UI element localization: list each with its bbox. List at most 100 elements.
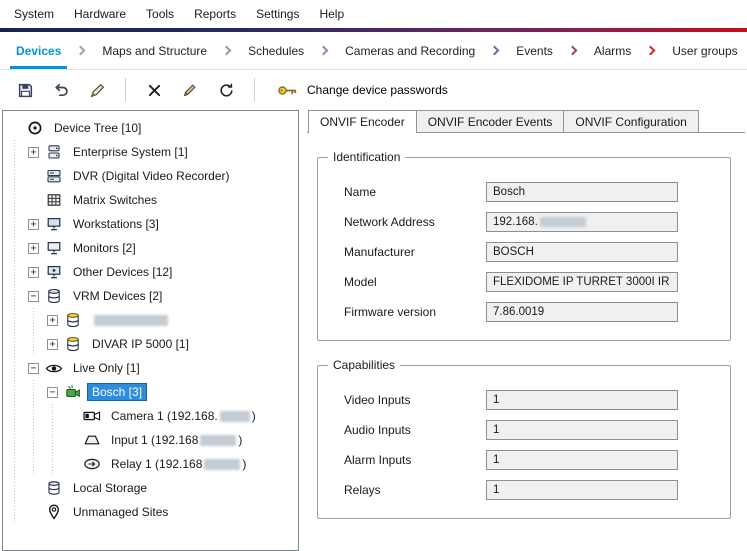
field-label: Name bbox=[344, 185, 486, 199]
monitor-icon bbox=[44, 239, 64, 257]
expander-toggle[interactable]: + bbox=[47, 339, 58, 350]
tree-label: VRM Devices [2] bbox=[73, 289, 162, 303]
field-input[interactable]: Bosch bbox=[486, 182, 678, 202]
panel-tab-onvif-encoder-events[interactable]: ONVIF Encoder Events bbox=[416, 110, 565, 132]
tree-label: Relay 1 (192.168 bbox=[111, 457, 202, 471]
field-alarm-inputs: Alarm Inputs 1 bbox=[344, 450, 714, 470]
tab-alarms[interactable]: Alarms bbox=[588, 32, 637, 69]
expander-toggle[interactable]: + bbox=[28, 243, 39, 254]
undo-button[interactable] bbox=[46, 76, 76, 104]
field-input[interactable]: FLEXIDOME IP TURRET 3000I IR bbox=[486, 272, 678, 292]
delete-x-icon bbox=[147, 83, 162, 98]
chevron-right-icon bbox=[76, 46, 86, 56]
eye-icon bbox=[44, 359, 64, 377]
tree-label-wrap: Input 1 (192.168 ) bbox=[107, 432, 246, 448]
panel-tab-onvif-encoder[interactable]: ONVIF Encoder bbox=[308, 110, 417, 133]
field-firmware-version: Firmware version 7.86.0019 bbox=[344, 302, 714, 322]
tree-label: Local Storage bbox=[73, 481, 147, 495]
delete-button[interactable] bbox=[139, 76, 169, 104]
expander-toggle[interactable]: + bbox=[28, 219, 39, 230]
expander-toggle[interactable]: + bbox=[28, 267, 39, 278]
tree-item-local-storage[interactable]: Local Storage bbox=[3, 476, 298, 500]
expander-toggle[interactable]: + bbox=[47, 315, 58, 326]
field-input[interactable]: BOSCH bbox=[486, 242, 678, 262]
menu-help[interactable]: Help bbox=[309, 3, 354, 25]
expander-toggle[interactable]: − bbox=[47, 387, 58, 398]
tree-label-wrap: Local Storage bbox=[69, 480, 151, 496]
field-input[interactable]: 192.168. bbox=[486, 212, 678, 232]
tree-item-camera-1-192-168[interactable]: Camera 1 (192.168. ) bbox=[3, 404, 298, 428]
tree-indent-guides bbox=[9, 284, 28, 308]
field-label: Firmware version bbox=[344, 305, 486, 319]
tree-item-bosch-3[interactable]: − Bosch [3] bbox=[3, 380, 298, 404]
tree-item-other-devices-12[interactable]: + Other Devices [12] bbox=[3, 260, 298, 284]
tree-label-wrap bbox=[88, 314, 174, 327]
tree-label: DIVAR IP 5000 [1] bbox=[92, 337, 189, 351]
nav-tab-wrap: Alarms bbox=[588, 32, 666, 69]
tree-indent-guides bbox=[9, 164, 28, 188]
group-title: Identification bbox=[328, 150, 405, 164]
change-device-passwords-button[interactable]: Change device passwords bbox=[268, 79, 457, 102]
tree-item-enterprise-system-1[interactable]: + Enterprise System [1] bbox=[3, 140, 298, 164]
encoder-icon bbox=[63, 383, 83, 401]
nav-tab-wrap: User groups bbox=[666, 32, 743, 69]
database-yellow-icon bbox=[63, 311, 83, 329]
expander-toggle[interactable]: − bbox=[28, 291, 39, 302]
tree-item-monitors-2[interactable]: + Monitors [2] bbox=[3, 236, 298, 260]
chevron-right-icon bbox=[490, 46, 500, 56]
tree-item-dvr-digital-video-recorder[interactable]: DVR (Digital Video Recorder) bbox=[3, 164, 298, 188]
toolbar-separator bbox=[125, 78, 126, 102]
vrm-database-icon bbox=[44, 287, 64, 305]
tree-item-divar-ip-5000-1[interactable]: + DIVAR IP 5000 [1] bbox=[3, 332, 298, 356]
tree-item-device-tree-10[interactable]: Device Tree [10] bbox=[3, 116, 298, 140]
tab-schedules[interactable]: Schedules bbox=[242, 32, 310, 69]
redacted-text bbox=[204, 459, 240, 470]
refresh-button[interactable] bbox=[211, 76, 241, 104]
menu-hardware[interactable]: Hardware bbox=[64, 3, 136, 25]
device-tree-icon bbox=[25, 119, 45, 137]
tree-item-live-only-1[interactable]: − Live Only [1] bbox=[3, 356, 298, 380]
tab-maps-and-structure[interactable]: Maps and Structure bbox=[96, 32, 213, 69]
validate-button[interactable] bbox=[82, 76, 112, 104]
tab-user-groups[interactable]: User groups bbox=[666, 32, 743, 69]
tree-item-input-1-192-168[interactable]: Input 1 (192.168 ) bbox=[3, 428, 298, 452]
tree-indent-guides bbox=[9, 356, 28, 380]
rename-button[interactable] bbox=[175, 76, 205, 104]
field-audio-inputs: Audio Inputs 1 bbox=[344, 420, 714, 440]
expander-toggle[interactable]: + bbox=[28, 147, 39, 158]
tree-label: Device Tree [10] bbox=[54, 121, 141, 135]
field-input[interactable]: 1 bbox=[486, 420, 678, 440]
menu-reports[interactable]: Reports bbox=[184, 3, 246, 25]
field-input[interactable]: 1 bbox=[486, 390, 678, 410]
nav-tabs: Devices Maps and Structure Schedules Cam… bbox=[0, 32, 747, 70]
tree-item-unmanaged-sites[interactable]: Unmanaged Sites bbox=[3, 500, 298, 524]
tab-devices[interactable]: Devices bbox=[10, 32, 67, 69]
tree-item-relay-1-192-168[interactable]: Relay 1 (192.168 ) bbox=[3, 452, 298, 476]
redacted-text bbox=[540, 217, 586, 227]
tab-events[interactable]: Events bbox=[510, 32, 559, 69]
field-input[interactable]: 1 bbox=[486, 480, 678, 500]
menu-tools[interactable]: Tools bbox=[136, 3, 184, 25]
refresh-icon bbox=[218, 82, 235, 99]
menu-system[interactable]: System bbox=[4, 3, 64, 25]
tree-item-redacted[interactable]: + bbox=[3, 308, 298, 332]
chevron-right-icon bbox=[319, 46, 329, 56]
panel-tab-onvif-configuration[interactable]: ONVIF Configuration bbox=[563, 110, 698, 132]
expander-toggle[interactable]: − bbox=[28, 363, 39, 374]
tree-item-workstations-3[interactable]: + Workstations [3] bbox=[3, 212, 298, 236]
save-button[interactable] bbox=[10, 76, 40, 104]
tree-label: Monitors [2] bbox=[73, 241, 136, 255]
field-input[interactable]: 7.86.0019 bbox=[486, 302, 678, 322]
tree-item-matrix-switches[interactable]: Matrix Switches bbox=[3, 188, 298, 212]
field-input[interactable]: 1 bbox=[486, 450, 678, 470]
field-manufacturer: Manufacturer BOSCH bbox=[344, 242, 714, 262]
tree-label-wrap: Workstations [3] bbox=[69, 216, 163, 232]
tree-indent-guides bbox=[9, 476, 28, 500]
field-value: BOSCH bbox=[493, 246, 534, 258]
toolbar-separator bbox=[254, 78, 255, 102]
menu-settings[interactable]: Settings bbox=[246, 3, 309, 25]
tree-item-vrm-devices-2[interactable]: − VRM Devices [2] bbox=[3, 284, 298, 308]
tab-cameras-and-recording[interactable]: Cameras and Recording bbox=[339, 32, 481, 69]
key-icon bbox=[277, 83, 298, 98]
group-capabilities: Capabilities Video Inputs 1 Audio Inputs… bbox=[317, 365, 731, 519]
